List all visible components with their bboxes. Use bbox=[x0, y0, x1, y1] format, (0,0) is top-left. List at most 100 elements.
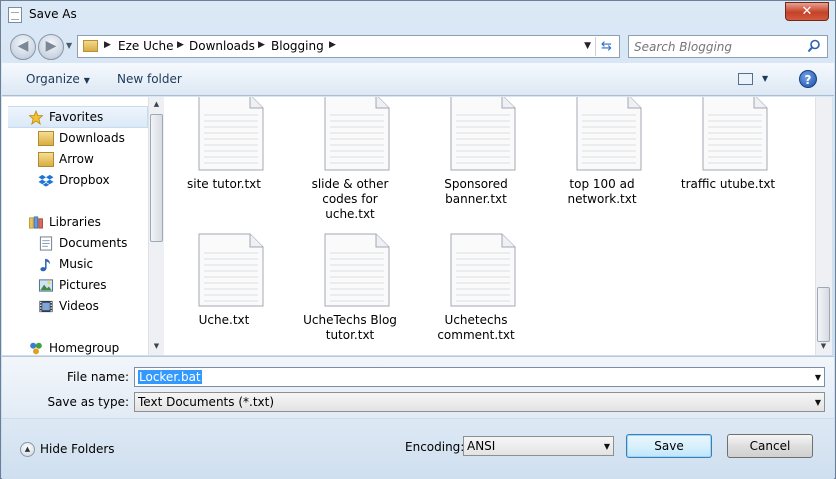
breadcrumb-separator-icon[interactable]: ▶ bbox=[258, 40, 265, 50]
help-icon[interactable]: ? bbox=[799, 70, 817, 88]
sidebar-item-label: Pictures bbox=[59, 278, 107, 292]
chevron-down-icon: ▼ bbox=[83, 76, 90, 85]
sidebar-item-label: Homegroup bbox=[49, 341, 120, 355]
file-name: traffic utube.txt bbox=[680, 177, 776, 191]
text-file-icon bbox=[450, 233, 516, 307]
music-icon bbox=[40, 258, 50, 272]
arrow-left-icon: ◀ bbox=[17, 38, 29, 54]
file-name: Sponsored banner.txt bbox=[444, 177, 508, 206]
close-button[interactable]: ✕ bbox=[785, 2, 829, 21]
scroll-thumb[interactable] bbox=[817, 287, 830, 342]
breadcrumb-separator-icon[interactable]: ▶ bbox=[104, 40, 111, 50]
view-options-dropdown[interactable]: ▼ bbox=[762, 74, 768, 83]
sidebar-item-label: Arrow bbox=[59, 152, 94, 166]
chevron-down-icon[interactable]: ▼ bbox=[815, 373, 821, 382]
window-title: Save As bbox=[29, 7, 77, 21]
title-bar[interactable]: Save As ✕ bbox=[1, 1, 835, 29]
file-name: Uche.txt bbox=[198, 313, 250, 327]
scroll-down-button[interactable]: ▼ bbox=[816, 339, 831, 354]
chevron-up-icon: ▲ bbox=[20, 442, 35, 457]
file-name: UcheTechs Blog tutor.txt bbox=[303, 313, 397, 342]
file-name: site tutor.txt bbox=[186, 177, 261, 191]
breadcrumb-downloads[interactable]: Downloads bbox=[189, 39, 255, 53]
scroll-up-button[interactable]: ▲ bbox=[149, 97, 164, 112]
refresh-button[interactable]: ⇆ bbox=[595, 37, 617, 56]
scroll-thumb[interactable] bbox=[150, 114, 163, 242]
chevron-down-icon: ▼ bbox=[603, 442, 610, 451]
text-file-icon bbox=[576, 97, 642, 171]
encoding-select[interactable]: ANSI ▼ bbox=[463, 436, 614, 456]
homegroup-icon bbox=[30, 342, 42, 355]
file-name: slide & other codes for uche.txt bbox=[311, 177, 389, 221]
sidebar-item-label: Downloads bbox=[59, 131, 125, 145]
file-name-field[interactable]: Locker.bat ▼ bbox=[134, 367, 825, 387]
forward-button[interactable]: ▶ bbox=[38, 34, 64, 60]
organize-button[interactable]: Organize ▼ bbox=[26, 72, 90, 86]
save-options: File name: Locker.bat ▼ Save as type: Te… bbox=[2, 356, 834, 418]
save-as-type-select[interactable]: Text Documents (*.txt) ▼ bbox=[134, 392, 825, 412]
back-button[interactable]: ◀ bbox=[10, 34, 36, 60]
navigation-bar: ◀ ▶ ▼ ▶ Eze Uche ▶ Downloads ▶ Blogging … bbox=[1, 29, 835, 63]
sidebar-item-label: Libraries bbox=[49, 215, 101, 229]
save-as-dialog: Save As ✕ ◀ ▶ ▼ ▶ Eze Uche ▶ Downloads ▶… bbox=[0, 0, 836, 479]
text-file-icon bbox=[324, 233, 390, 307]
folder-icon bbox=[83, 40, 98, 52]
sidebar-item-label: Favorites bbox=[49, 110, 104, 124]
file-name: Uchetechs comment.txt bbox=[437, 313, 515, 342]
dialog-footer: ▲ Hide Folders Encoding: ANSI ▼ Save Canc… bbox=[2, 419, 834, 479]
text-file-icon bbox=[198, 233, 264, 307]
chevron-down-icon: ▼ bbox=[814, 398, 821, 407]
hide-folders-button[interactable]: ▲ Hide Folders bbox=[20, 442, 115, 457]
encoding-label: Encoding: bbox=[405, 440, 465, 454]
sidebar-item-label: Videos bbox=[59, 299, 99, 313]
search-input[interactable] bbox=[634, 39, 802, 54]
sidebar-item-label: Documents bbox=[59, 236, 128, 250]
sidebar-item-label: Dropbox bbox=[59, 173, 110, 187]
star-icon bbox=[28, 110, 44, 125]
organize-label: Organize bbox=[26, 72, 80, 86]
cancel-button[interactable]: Cancel bbox=[727, 434, 813, 458]
save-button[interactable]: Save bbox=[626, 434, 712, 458]
notepad-icon bbox=[8, 7, 22, 23]
text-file-icon bbox=[450, 97, 516, 171]
file-name: top 100 ad network.txt bbox=[567, 177, 637, 206]
navigation-scrollbar[interactable]: ▲ ▼ bbox=[148, 97, 164, 355]
save-as-type-label: Save as type: bbox=[47, 395, 129, 409]
file-name-input[interactable]: Locker.bat bbox=[138, 370, 202, 384]
command-bar: Organize ▼ New folder ▼ ? bbox=[2, 63, 834, 96]
breadcrumb-separator-icon[interactable]: ▶ bbox=[177, 40, 184, 50]
encoding-value: ANSI bbox=[467, 439, 496, 453]
breadcrumb-eze-uche[interactable]: Eze Uche bbox=[118, 39, 173, 53]
breadcrumb-separator-icon[interactable]: ▶ bbox=[329, 40, 336, 50]
text-file-icon bbox=[198, 97, 264, 171]
save-as-type-value: Text Documents (*.txt) bbox=[138, 395, 275, 409]
videos-icon bbox=[39, 300, 53, 313]
chevron-down-icon: ▼ bbox=[66, 41, 73, 50]
change-view-icon[interactable] bbox=[738, 73, 753, 85]
libraries-icon bbox=[29, 216, 43, 229]
search-icon[interactable] bbox=[807, 39, 821, 53]
address-dropdown[interactable]: ▼ bbox=[584, 41, 591, 51]
text-file-icon bbox=[324, 97, 390, 171]
navigation-pane[interactable]: Favorites Downloads Arrow Dropbox Librar… bbox=[2, 97, 148, 355]
folder-icon bbox=[38, 131, 54, 146]
recent-locations-dropdown[interactable]: ▼ bbox=[66, 41, 72, 50]
address-bar[interactable]: ▶ Eze Uche ▶ Downloads ▶ Blogging ▶ ▼ ⇆ bbox=[77, 35, 620, 58]
scroll-down-button[interactable]: ▼ bbox=[149, 339, 164, 354]
breadcrumb-blogging[interactable]: Blogging bbox=[271, 39, 324, 53]
pictures-icon bbox=[38, 279, 54, 292]
new-folder-button[interactable]: New folder bbox=[117, 72, 182, 86]
text-file-icon bbox=[702, 97, 768, 171]
folder-icon bbox=[38, 152, 54, 167]
documents-icon bbox=[39, 236, 53, 251]
file-list[interactable]: site tutor.txt slide & other codes for uch… bbox=[164, 97, 815, 355]
close-icon: ✕ bbox=[801, 4, 813, 19]
hide-folders-label: Hide Folders bbox=[40, 442, 115, 456]
search-box[interactable] bbox=[628, 35, 828, 58]
file-name-label: File name: bbox=[67, 370, 129, 384]
refresh-icon: ⇆ bbox=[601, 39, 612, 54]
file-name-value: Locker.bat bbox=[138, 370, 202, 384]
arrow-right-icon: ▶ bbox=[45, 38, 57, 54]
file-list-scrollbar[interactable]: ▼ bbox=[815, 97, 832, 355]
sidebar-item-label: Music bbox=[59, 257, 94, 271]
